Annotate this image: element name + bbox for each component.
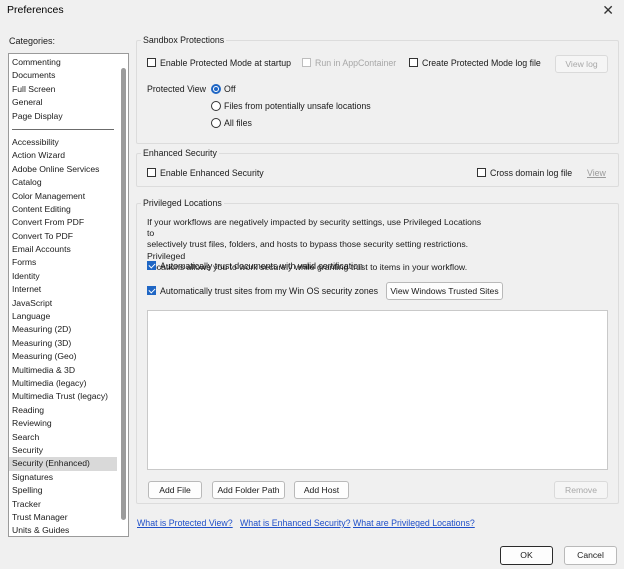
sandbox-group [136,40,619,144]
categories-list[interactable]: Commenting Documents Full Screen General Pag… [8,53,129,537]
run-in-appcontainer-label: Run in AppContainer [315,58,397,68]
trust-certified-checkbox[interactable] [147,261,156,270]
sidebar-item[interactable]: Convert To PDF [9,230,117,243]
categories-items: Commenting Documents Full Screen General Pag… [9,56,117,536]
sidebar-item[interactable]: Trust Manager [9,511,117,524]
sidebar-item[interactable]: Accessibility [9,136,117,149]
sidebar-item[interactable]: JavaScript [9,297,117,310]
sidebar-item[interactable]: Tracker [9,498,117,511]
sidebar-item[interactable]: Content Editing [9,203,117,216]
sidebar-item[interactable]: Documents [9,69,117,82]
trust-certified-label: Automatically trust documents with valid… [160,261,363,271]
sidebar-item[interactable]: Measuring (Geo) [9,350,117,363]
sandbox-title: Sandbox Protections [141,35,227,45]
sidebar-item[interactable]: Signatures [9,471,117,484]
protected-view-off-label: Off [224,84,236,94]
enable-protected-mode-checkbox[interactable] [147,58,156,67]
sidebar-item[interactable]: Multimedia & 3D [9,364,117,377]
protected-view-all-label: All files [224,118,252,128]
sidebar-item[interactable]: Units & Guides [9,524,117,536]
privileged-locations-list[interactable] [147,310,608,470]
sidebar-item[interactable]: Multimedia (legacy) [9,377,117,390]
trust-os-zones-checkbox[interactable] [147,286,156,295]
sidebar-item[interactable]: Page Display [9,110,117,123]
window-title: Preferences [7,4,64,16]
enable-enhanced-security-label: Enable Enhanced Security [160,168,264,178]
protected-view-off-radio[interactable] [211,84,221,94]
view-log-button[interactable]: View log [555,55,608,73]
sidebar-item[interactable]: Multimedia Trust (legacy) [9,390,117,403]
view-trusted-sites-button[interactable]: View Windows Trusted Sites [386,282,503,300]
sidebar-item[interactable]: Language [9,310,117,323]
privileged-description-line: If your workflows are negatively impacte… [147,217,482,239]
add-file-button[interactable]: Add File [148,481,202,499]
sidebar-item[interactable]: Security (Enhanced) [9,457,117,471]
sidebar-item[interactable]: Email Accounts [9,243,117,256]
categories-label: Categories: [9,36,56,46]
privileged-description-line: selectively trust files, folders, and ho… [147,239,469,261]
protected-view-label: Protected View [147,84,207,94]
sidebar-item[interactable]: Security [9,444,117,457]
sidebar-item[interactable]: Forms [9,256,117,269]
enable-enhanced-security-checkbox[interactable] [147,168,156,177]
sidebar-item[interactable]: General [9,96,117,109]
ok-button[interactable]: OK [500,546,553,565]
create-log-label: Create Protected Mode log file [422,58,541,68]
what-are-privileged-locations-link[interactable]: What are Privileged Locations? [353,518,475,528]
cancel-button[interactable]: Cancel [564,546,617,565]
sidebar-item[interactable]: Commenting [9,56,117,69]
enhanced-security-title: Enhanced Security [141,148,219,158]
sidebar-item[interactable]: Search [9,431,117,444]
sidebar-item[interactable]: Convert From PDF [9,216,117,229]
view-cross-domain-link[interactable]: View [587,168,606,178]
what-is-enhanced-security-link[interactable]: What is Enhanced Security? [240,518,351,528]
sidebar-item[interactable]: Color Management [9,190,117,203]
sidebar-item[interactable]: Catalog [9,176,117,189]
sidebar-item[interactable]: Adobe Online Services [9,163,117,176]
protected-view-unsafe-label: Files from potentially unsafe locations [224,101,371,111]
sidebar-item[interactable]: Reviewing [9,417,117,430]
protected-view-unsafe-radio[interactable] [211,101,221,111]
enable-protected-mode-label: Enable Protected Mode at startup [160,58,292,68]
remove-button[interactable]: Remove [554,481,608,499]
sidebar-scrollbar[interactable] [121,68,126,520]
trust-os-zones-label: Automatically trust sites from my Win OS… [160,286,379,296]
sidebar-item[interactable]: Reading [9,404,117,417]
create-log-checkbox[interactable] [409,58,418,67]
protected-view-all-radio[interactable] [211,118,221,128]
sidebar-item[interactable]: Identity [9,270,117,283]
close-icon[interactable]: ✕ [602,2,614,19]
sidebar-divider [12,128,114,130]
what-is-protected-view-link[interactable]: What is Protected View? [137,518,233,528]
sidebar-item[interactable]: Spelling [9,484,117,497]
cross-domain-log-label: Cross domain log file [490,168,573,178]
privileged-locations-title: Privileged Locations [141,198,224,208]
sidebar-item[interactable]: Full Screen [9,83,117,96]
sidebar-item[interactable]: Measuring (2D) [9,323,117,336]
sidebar-item[interactable]: Internet [9,283,117,296]
add-folder-path-button[interactable]: Add Folder Path [212,481,285,499]
run-in-appcontainer-checkbox[interactable] [302,58,311,67]
sidebar-item[interactable]: Action Wizard [9,149,117,162]
sidebar-item[interactable]: Measuring (3D) [9,337,117,350]
add-host-button[interactable]: Add Host [294,481,349,499]
cross-domain-log-checkbox[interactable] [477,168,486,177]
